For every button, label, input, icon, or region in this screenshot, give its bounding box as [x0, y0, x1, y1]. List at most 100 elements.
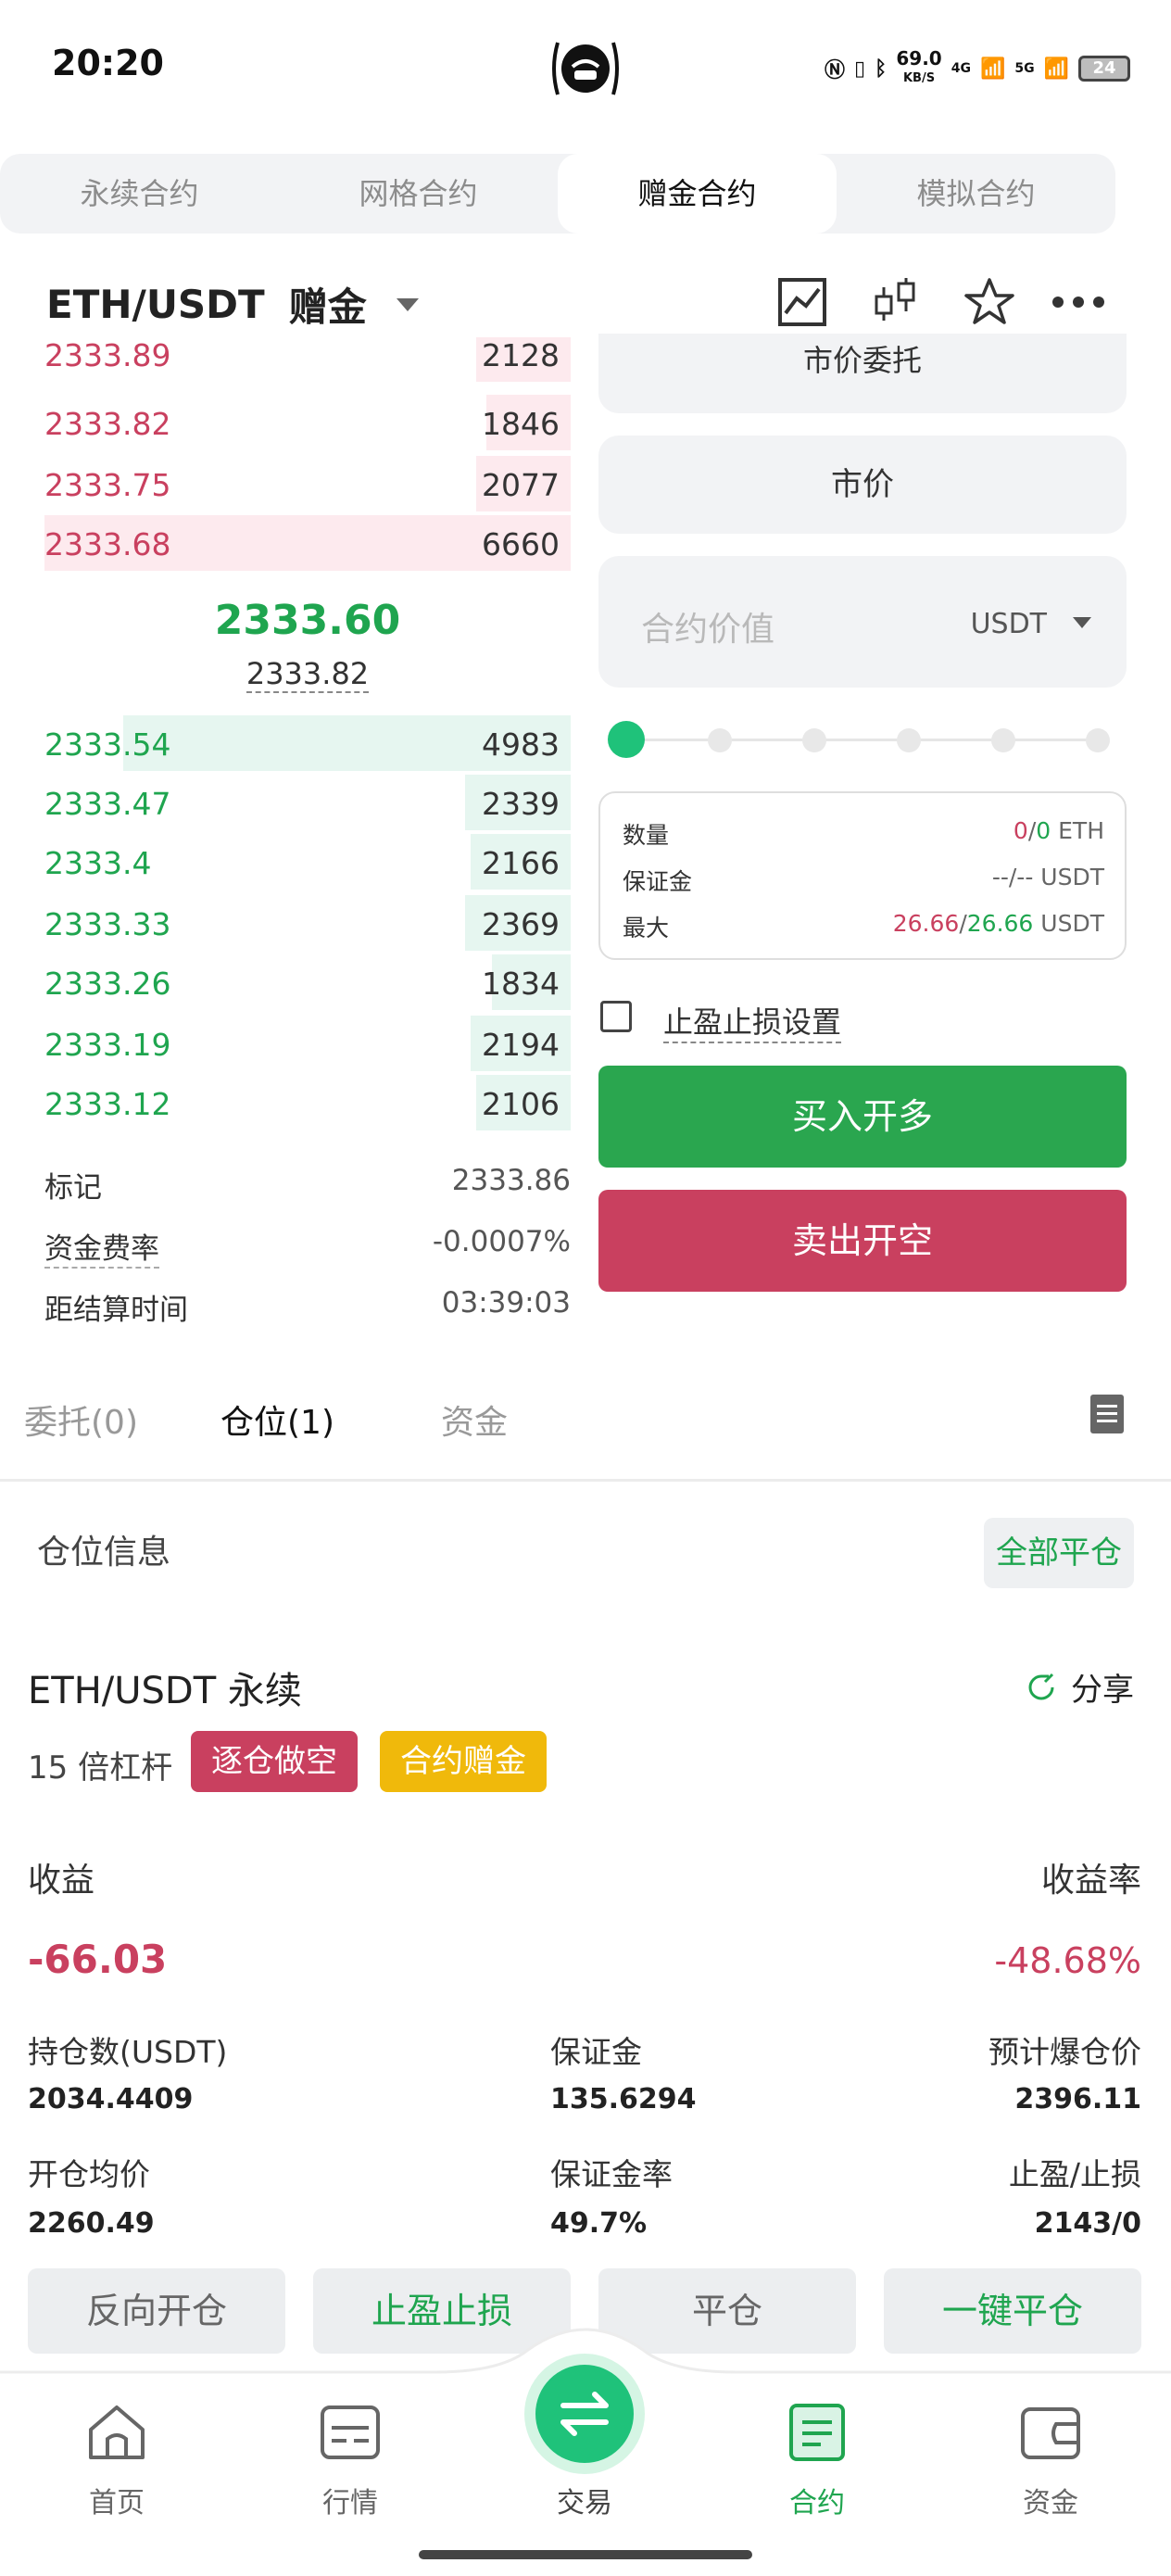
nav-contract[interactable]: 合约 [724, 2402, 910, 2520]
order-summary: 数量 0/0 ETH 保证金 --/-- USDT 最大 26.66/26.66… [598, 791, 1127, 960]
pnl-label: 收益 [28, 1862, 95, 1900]
bid-row[interactable]: 2333.54 4983 [44, 713, 571, 773]
roe-value: -48.68% [994, 1940, 1141, 1981]
candlestick-icon[interactable] [867, 274, 923, 330]
chart-icon[interactable] [774, 274, 830, 330]
margin-value: --/-- USDT [991, 864, 1104, 890]
bid-qty: 2194 [482, 1027, 560, 1063]
last-price: 2333.60 [214, 597, 401, 644]
pair-name: ETH/USDT [46, 282, 265, 327]
entry-value: 2260.49 [28, 2207, 155, 2240]
funding-rate-row[interactable]: 资金费率 -0.0007% [44, 1225, 571, 1269]
value-unit[interactable]: USDT [971, 608, 1047, 640]
position-pair: ETH/USDT 永续 [28, 1670, 302, 1712]
tab-positions[interactable]: 仓位(1) [220, 1395, 334, 1444]
slider-step[interactable] [802, 728, 826, 752]
tab-bonus[interactable]: 赠金合约 [558, 154, 837, 234]
ask-qty: 2077 [482, 467, 560, 503]
max-value: 26.66/26.66 USDT [892, 910, 1104, 937]
value-placeholder: 合约价值 [641, 611, 775, 649]
nav-home[interactable]: 首页 [24, 2402, 209, 2520]
ask-row[interactable]: 2333.89 2128 [44, 335, 571, 384]
mark-label: 标记 [44, 1171, 102, 1205]
bonus-badge: 合约赠金 [380, 1731, 547, 1792]
ask-qty: 1846 [482, 406, 560, 442]
bid-row[interactable]: 2333.47 2339 [44, 773, 571, 832]
star-icon[interactable] [962, 274, 1017, 330]
nav-home-label: 首页 [89, 2487, 145, 2519]
summary-max: 最大 26.66/26.66 USDT [623, 910, 1104, 943]
signal-5g: 5G [1014, 61, 1035, 76]
nav-trade[interactable] [524, 2354, 645, 2474]
battery-icon: 24 [1078, 56, 1130, 82]
ask-row[interactable]: 2333.75 2077 [44, 454, 571, 513]
order-type-value: 市价委托 [802, 343, 922, 378]
bluetooth-icon: ᛒ [875, 57, 888, 81]
vpn-icon [552, 42, 619, 95]
section-divider [0, 1479, 1171, 1482]
more-icon[interactable] [1051, 274, 1106, 330]
bid-qty: 2106 [482, 1086, 560, 1122]
settlement-row: 距结算时间 03:39:03 [44, 1286, 571, 1328]
price-mode-field[interactable]: 市价 [598, 436, 1127, 534]
settle-value: 03:39:03 [441, 1286, 571, 1320]
tab-simulated[interactable]: 模拟合约 [837, 154, 1115, 234]
position-info-title: 仓位信息 [37, 1534, 171, 1572]
amount-slider-knob[interactable] [608, 721, 645, 758]
tpsl-value: 2143/0 [1034, 2207, 1141, 2240]
signal-icon-2: 📶 [1043, 57, 1069, 81]
tab-orders[interactable]: 委托(0) [24, 1395, 138, 1444]
nav-market[interactable]: 行情 [258, 2402, 443, 2520]
entry-label: 开仓均价 [28, 2156, 150, 2192]
ask-row[interactable]: 2333.68 6660 [44, 513, 571, 573]
slider-step[interactable] [1086, 728, 1110, 752]
qty-value: 0/0 ETH [1013, 817, 1104, 844]
margin-rate-value: 49.7% [550, 2207, 648, 2240]
bid-row[interactable]: 2333.19 2194 [44, 1014, 571, 1073]
document-icon[interactable] [1089, 1394, 1125, 1434]
ask-price: 2333.82 [44, 406, 171, 442]
bid-qty: 4983 [482, 726, 560, 763]
contract-value-input[interactable]: 合约价值 USDT [598, 556, 1127, 688]
tpsl-setting-label[interactable]: 止盈止损设置 [663, 999, 842, 1043]
liq-label: 预计爆仓价 [988, 2034, 1141, 2070]
summary-qty: 数量 0/0 ETH [623, 817, 1104, 851]
amount-slider-track[interactable] [628, 739, 1099, 741]
sell-short-button[interactable]: 卖出开空 [598, 1190, 1127, 1292]
slider-step[interactable] [708, 728, 732, 752]
tpsl-label: 止盈/止损 [1008, 2156, 1141, 2192]
pair-type: 赠金 [288, 284, 367, 330]
ask-row[interactable]: 2333.82 1846 [44, 393, 571, 452]
wallet-icon [1021, 2407, 1080, 2459]
bid-row[interactable]: 2333.26 1834 [44, 953, 571, 1012]
home-icon [89, 2406, 145, 2459]
summary-margin: 保证金 --/-- USDT [623, 864, 1104, 897]
nav-trade-label[interactable]: 交易 [524, 2480, 645, 2520]
slider-step[interactable] [897, 728, 921, 752]
buy-long-button[interactable]: 买入开多 [598, 1066, 1127, 1168]
bid-row[interactable]: 2333.4 2166 [44, 832, 571, 891]
bid-row[interactable]: 2333.33 2369 [44, 893, 571, 953]
market-icon [321, 2406, 380, 2459]
roe-label: 收益率 [1040, 1862, 1141, 1900]
pair-selector[interactable]: ETH/USDT 赠金 [46, 276, 419, 333]
bid-price: 2333.33 [44, 906, 171, 942]
order-type-select[interactable]: 市价委托 [598, 334, 1127, 413]
net-speed: 69.0 KB/S [896, 47, 942, 85]
bid-row[interactable]: 2333.12 2106 [44, 1073, 571, 1132]
close-all-button[interactable]: 全部平仓 [984, 1518, 1134, 1588]
pnl-value: -66.03 [28, 1937, 168, 1982]
share-button[interactable]: 分享 [1025, 1664, 1134, 1710]
tab-perpetual[interactable]: 永续合约 [0, 154, 279, 234]
pos-margin-value: 135.6294 [550, 2083, 697, 2115]
isolated-short-badge: 逐仓做空 [191, 1731, 358, 1792]
slider-step[interactable] [991, 728, 1015, 752]
tab-assets[interactable]: 资金 [441, 1395, 508, 1444]
nav-assets[interactable]: 资金 [958, 2402, 1143, 2520]
tab-grid[interactable]: 网格合约 [279, 154, 558, 234]
caret-down-icon [396, 297, 419, 311]
signal-icon: 📶 [979, 57, 1006, 81]
tpsl-checkbox[interactable] [600, 1001, 632, 1032]
margin-label: 保证金 [623, 868, 693, 895]
mark-price-row: 标记 2333.86 [44, 1164, 571, 1206]
